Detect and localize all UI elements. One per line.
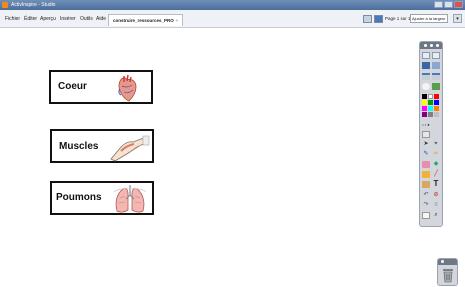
menu-bar: Fichier Éditer Aperçu Insérer Outils Aid…	[0, 10, 465, 28]
activinspire-logo-icon	[2, 2, 8, 8]
menu-insert[interactable]: Insérer	[60, 10, 76, 28]
color-black[interactable]	[422, 94, 427, 99]
trash-icon[interactable]	[442, 268, 454, 283]
pen-tool-icon[interactable]: ✎	[422, 151, 430, 158]
color-green[interactable]	[428, 100, 433, 105]
text-tool-icon[interactable]: T	[432, 180, 440, 188]
lungs-image	[113, 185, 147, 213]
next-page-icon[interactable]	[432, 73, 440, 80]
card-coeur-label: Coeur	[58, 81, 87, 92]
close-window-button[interactable]	[454, 1, 463, 8]
fill-tool-icon[interactable]: ◆	[432, 161, 440, 168]
color-silver[interactable]	[434, 112, 439, 117]
page-counter: Page 1 sur 1	[385, 16, 411, 21]
pen-width-icon[interactable]: • • ●	[422, 121, 430, 128]
main-toolbox: • • ● ➤ ⌖ ✎ ✏ ◆ ╱ T ↶ ⊘ ↷ ≡ ⌕	[419, 41, 443, 227]
title-bar: ActivInspire - Studio	[0, 0, 465, 10]
clear-icon[interactable]: ≡	[432, 202, 440, 209]
marquee-tool-icon[interactable]: ⌖	[432, 141, 440, 148]
color-gray[interactable]	[428, 112, 433, 117]
color-yellow[interactable]	[422, 100, 427, 105]
pencil-icon[interactable]	[432, 83, 440, 90]
trash-header	[438, 259, 457, 265]
color-red[interactable]	[434, 94, 439, 99]
document-tab-label: construire_ressources_PRO	[113, 18, 174, 23]
highlighter-tool-icon[interactable]: ✏	[432, 151, 440, 158]
color-orange[interactable]	[434, 106, 439, 111]
eraser-tool-icon[interactable]	[422, 161, 430, 168]
document-tab-close-icon[interactable]: ×	[176, 18, 179, 23]
trash-panel[interactable]	[437, 258, 458, 286]
hand-tool-icon[interactable]	[422, 181, 430, 188]
arrow-select-icon[interactable]: ➤	[422, 141, 430, 148]
window-controls	[434, 1, 463, 8]
card-coeur[interactable]: Coeur	[49, 70, 153, 104]
select-tool-icon[interactable]	[422, 131, 430, 138]
flipchart-icon[interactable]	[422, 52, 430, 59]
redo-icon[interactable]: ↷	[422, 202, 430, 209]
shape-tool-icon[interactable]	[422, 171, 430, 178]
zoom-select[interactable]: Ajuster à la largeur	[410, 14, 448, 23]
card-poumons[interactable]: Poumons	[50, 181, 154, 215]
screen-view-icon[interactable]	[374, 15, 383, 23]
connector-tool-icon[interactable]: ╱	[432, 171, 440, 178]
menu-tools[interactable]: Outils	[80, 10, 93, 28]
color-cyan[interactable]	[428, 106, 433, 111]
color-magenta[interactable]	[422, 106, 427, 111]
card-muscles[interactable]: Muscles	[50, 129, 154, 163]
undo-icon[interactable]: ↶	[422, 192, 430, 199]
resources-icon[interactable]	[432, 62, 440, 69]
card-muscles-label: Muscles	[59, 141, 99, 152]
delete-icon[interactable]: ⊘	[432, 192, 440, 199]
heart-image	[118, 74, 137, 102]
arm-muscle-image	[110, 135, 150, 162]
page-icon[interactable]	[422, 62, 430, 69]
toolbox-header[interactable]	[420, 42, 442, 49]
zoom-icon[interactable]: ⌕	[432, 212, 440, 219]
document-tab[interactable]: construire_ressources_PRO ×	[108, 14, 184, 26]
minimize-button[interactable]	[434, 1, 443, 8]
menu-help[interactable]: Aide	[96, 10, 106, 28]
page-view-icon[interactable]	[363, 15, 372, 23]
color-purple[interactable]	[422, 112, 427, 117]
card-poumons-label: Poumons	[56, 192, 102, 203]
menu-edit[interactable]: Éditer	[24, 10, 37, 28]
page-dropdown-button[interactable]: ▾	[453, 14, 462, 23]
menu-view[interactable]: Aperçu	[40, 10, 56, 28]
clock-icon[interactable]	[422, 83, 430, 90]
maximize-button[interactable]	[444, 1, 453, 8]
window-title: ActivInspire - Studio	[11, 2, 56, 8]
page-browser-icon[interactable]	[422, 212, 430, 219]
menu-file[interactable]: Fichier	[5, 10, 20, 28]
browser-icon[interactable]	[432, 52, 440, 59]
color-blue[interactable]	[434, 100, 439, 105]
color-white[interactable]	[428, 94, 433, 99]
previous-page-icon[interactable]	[422, 73, 430, 80]
